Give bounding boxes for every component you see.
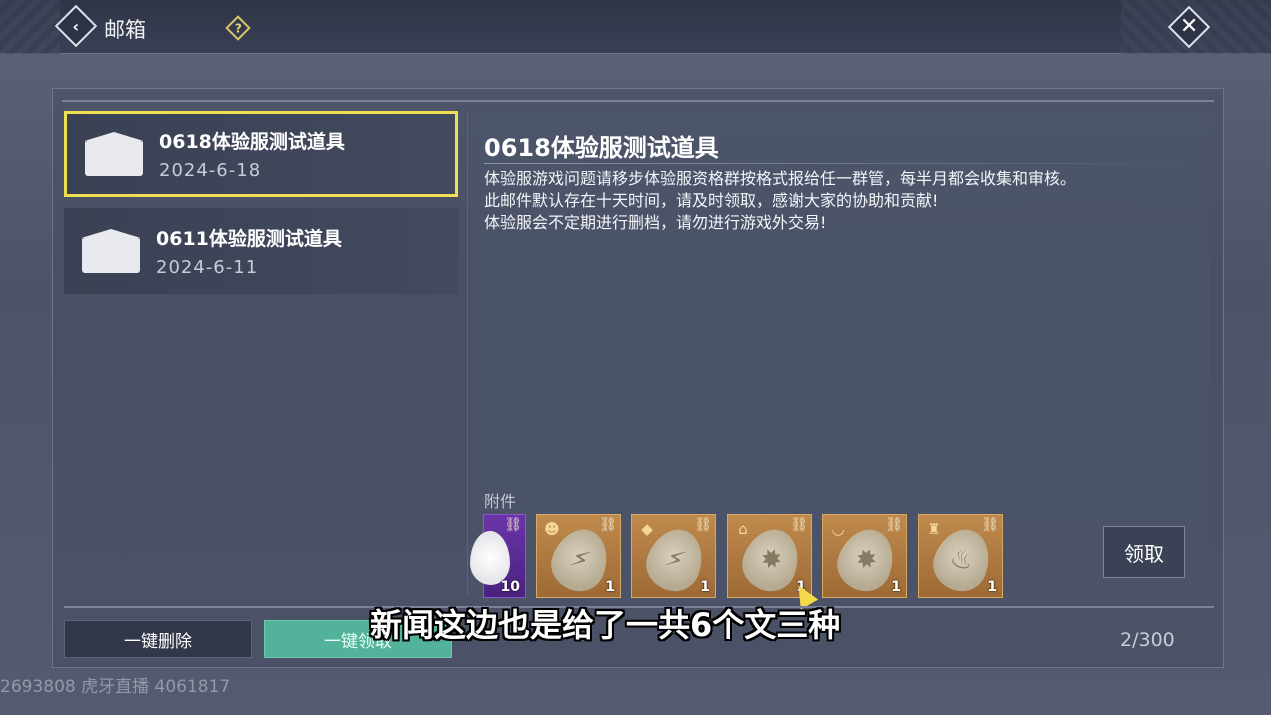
item-quantity: 1	[987, 579, 997, 595]
divider	[484, 163, 1200, 164]
link-icon: ⛓	[885, 517, 903, 533]
attachment-item[interactable]: ⛓ 10	[470, 514, 526, 598]
item-quantity: 1	[700, 579, 710, 595]
delete-all-button[interactable]: 一键删除	[64, 620, 252, 658]
armor-icon: ♜	[927, 520, 941, 538]
necklace-icon: ◡	[831, 520, 845, 538]
page-title: 邮箱	[104, 18, 146, 42]
mail-count: 2/300	[1120, 629, 1175, 651]
back-button[interactable]: ‹	[54, 4, 98, 48]
link-icon: ⛓	[694, 517, 712, 533]
video-subtitle: 新闻这边也是给了一共6个文三种	[370, 606, 841, 644]
mail-body-line: 此邮件默认存在十天时间，请及时领取，感谢大家的协助和贡献!	[484, 191, 939, 210]
link-icon: ⛓	[790, 517, 808, 533]
mail-date: 2024-6-18	[159, 160, 262, 181]
helmet-icon: ⌂	[738, 520, 748, 538]
attachment-item[interactable]: ♨ ♜ ⛓ 1	[918, 514, 1003, 599]
close-button[interactable]: ✕	[1167, 5, 1211, 49]
chevron-left-icon: ‹	[54, 4, 98, 48]
envelope-icon	[82, 229, 140, 273]
divider	[467, 112, 468, 596]
question-icon: ?	[225, 15, 251, 41]
divider	[62, 100, 1214, 102]
help-button[interactable]: ?	[225, 15, 251, 41]
mail-list-item[interactable]: 0618体验服测试道具 2024-6-18	[64, 111, 458, 197]
attachment-item[interactable]: ⚡ ☻ ⛓ 1	[536, 514, 621, 599]
claim-button[interactable]: 领取	[1103, 526, 1185, 578]
corner-decoration	[0, 0, 60, 54]
mail-body-line: 体验服会不定期进行删档，请勿进行游戏外交易!	[484, 213, 827, 232]
pad-icon: ◆	[641, 520, 653, 538]
pearl-icon	[470, 531, 510, 585]
item-quantity: 1	[605, 579, 615, 595]
mail-subject: 0618体验服测试道具	[159, 131, 345, 153]
mask-icon: ☻	[544, 520, 560, 538]
attachment-item[interactable]: ✸ ◡ ⛓ 1	[822, 514, 907, 599]
attachment-item[interactable]: ⚡ ◆ ⛓ 1	[631, 514, 716, 599]
mail-date: 2024-6-11	[156, 257, 259, 278]
watermark: 2693808 虎牙直播 4061817	[0, 677, 231, 697]
attachments-label: 附件	[484, 492, 517, 511]
item-quantity: 10	[500, 579, 520, 595]
mail-title: 0618体验服测试道具	[484, 134, 719, 162]
mail-subject: 0611体验服测试道具	[156, 228, 342, 250]
close-icon: ✕	[1167, 5, 1211, 49]
link-icon: ⛓	[599, 517, 617, 533]
top-bar	[0, 0, 1271, 54]
mail-list-item[interactable]: 0611体验服测试道具 2024-6-11	[64, 208, 458, 294]
item-quantity: 1	[891, 579, 901, 595]
link-icon: ⛓	[981, 517, 999, 533]
link-icon: ⛓	[504, 517, 522, 533]
envelope-icon	[85, 132, 143, 176]
mail-body: 体验服游戏问题请移步体验服资格群按格式报给任一群管，每半月都会收集和审核。 此邮…	[484, 168, 1204, 234]
mail-body-line: 体验服游戏问题请移步体验服资格群按格式报给任一群管，每半月都会收集和审核。	[484, 169, 1077, 188]
